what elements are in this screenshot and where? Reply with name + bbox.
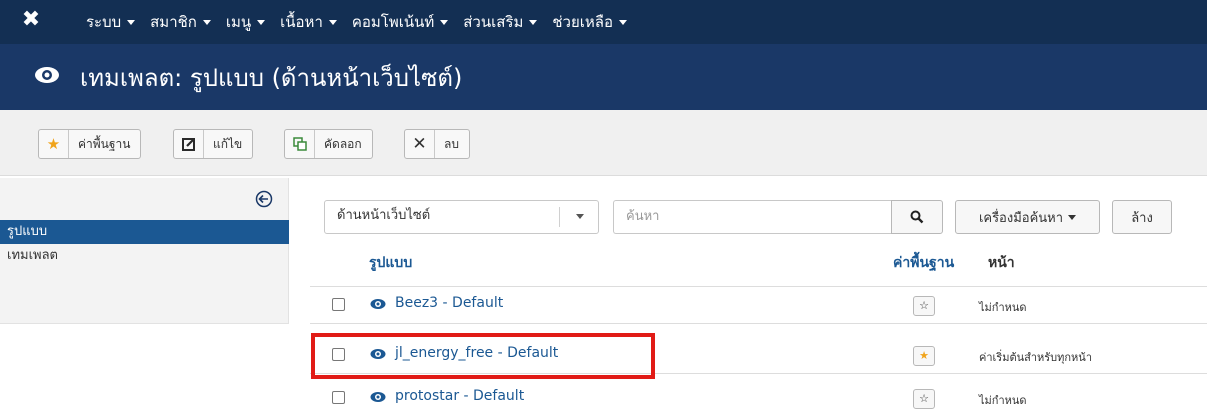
- clear-button[interactable]: ล้าง: [1112, 200, 1172, 234]
- table-row: protostar - Default ☆ ไม่กำหนด: [310, 380, 1207, 416]
- column-header-pages: หน้า: [988, 255, 1015, 271]
- location-select[interactable]: ด้านหน้าเว็บไซต์: [324, 200, 599, 234]
- set-default-star-icon[interactable]: ☆: [913, 389, 935, 409]
- menu-users[interactable]: สมาชิก: [150, 10, 211, 34]
- page-header: เทมเพลต: รูปแบบ (ด้านหน้าเว็บไซต์): [0, 44, 1207, 110]
- column-header-style[interactable]: รูปแบบ: [369, 252, 412, 274]
- search-button[interactable]: [891, 200, 943, 234]
- menu-help[interactable]: ช่วยเหลือ: [552, 10, 627, 34]
- search-tools-button[interactable]: เครื่องมือค้นหา: [955, 200, 1100, 234]
- eye-icon[interactable]: [370, 298, 386, 310]
- sidebar-item-styles[interactable]: รูปแบบ: [0, 220, 289, 244]
- set-default-star-icon[interactable]: ☆: [913, 296, 935, 316]
- caret-down-icon: [202, 19, 211, 25]
- sidebar: รูปแบบ เทมเพลต: [0, 178, 289, 324]
- eye-icon: [35, 67, 59, 83]
- joomla-logo-icon[interactable]: ✖: [20, 9, 42, 31]
- search-input[interactable]: ค้นหา: [613, 200, 891, 234]
- delete-button[interactable]: ✕ ลบ: [404, 129, 470, 159]
- caret-down-icon: [618, 19, 627, 25]
- menu-extensions[interactable]: ส่วนเสริม: [463, 10, 538, 34]
- menu-menus[interactable]: เมนู: [226, 10, 266, 34]
- caret-down-icon: [529, 19, 538, 25]
- pages-value: ค่าเริ่มต้นสำหรับทุกหน้า: [979, 351, 1093, 364]
- eye-icon[interactable]: [370, 391, 386, 403]
- default-star-icon[interactable]: ★: [913, 346, 935, 366]
- sidebar-item-templates[interactable]: เทมเพลต: [0, 244, 289, 268]
- row-checkbox[interactable]: [332, 298, 345, 311]
- highlight-box: [311, 333, 655, 379]
- caret-down-icon: [576, 214, 584, 219]
- default-button[interactable]: ★ ค่าพื้นฐาน: [38, 129, 142, 159]
- copy-button[interactable]: คัดลอก: [284, 129, 373, 159]
- style-name-link[interactable]: Beez3 - Default: [395, 295, 503, 311]
- table-row: Beez3 - Default ☆ ไม่กำหนด: [310, 287, 1207, 323]
- select-divider: [559, 207, 560, 227]
- menu-content[interactable]: เนื้อหา: [280, 10, 337, 34]
- menu-components[interactable]: คอมโพเน้นท์: [352, 10, 449, 34]
- caret-down-icon: [127, 19, 136, 25]
- toolbar: ★ ค่าพื้นฐาน แก้ไข คัดลอก ✕ ลบ: [0, 110, 1207, 176]
- top-navbar: ✖ ระบบ สมาชิก เมนู เนื้อหา คอมโพเน้นท์ ส…: [0, 0, 1207, 44]
- caret-down-icon: [440, 19, 449, 25]
- caret-down-icon: [328, 19, 337, 25]
- menu-system[interactable]: ระบบ: [86, 10, 136, 34]
- search-icon: [910, 210, 924, 224]
- collapse-sidebar-icon[interactable]: [255, 190, 273, 208]
- main-menu: ระบบ สมาชิก เมนู เนื้อหา คอมโพเน้นท์ ส่ว…: [86, 0, 642, 44]
- close-icon: ✕: [405, 130, 435, 158]
- page-title: เทมเพลต: รูปแบบ (ด้านหน้าเว็บไซต์): [80, 64, 463, 92]
- caret-down-icon: [1068, 214, 1077, 220]
- edit-icon: [174, 130, 204, 158]
- pages-value: ไม่กำหนด: [979, 301, 1027, 314]
- row-divider: [310, 323, 1207, 324]
- caret-down-icon: [257, 19, 266, 25]
- style-name-link[interactable]: protostar - Default: [395, 388, 524, 404]
- pages-value: ไม่กำหนด: [979, 394, 1027, 407]
- row-checkbox[interactable]: [332, 391, 345, 404]
- copy-icon: [285, 130, 315, 158]
- edit-button[interactable]: แก้ไข: [173, 129, 254, 159]
- column-header-default[interactable]: ค่าพื้นฐาน: [893, 252, 954, 274]
- star-icon: ★: [39, 130, 69, 158]
